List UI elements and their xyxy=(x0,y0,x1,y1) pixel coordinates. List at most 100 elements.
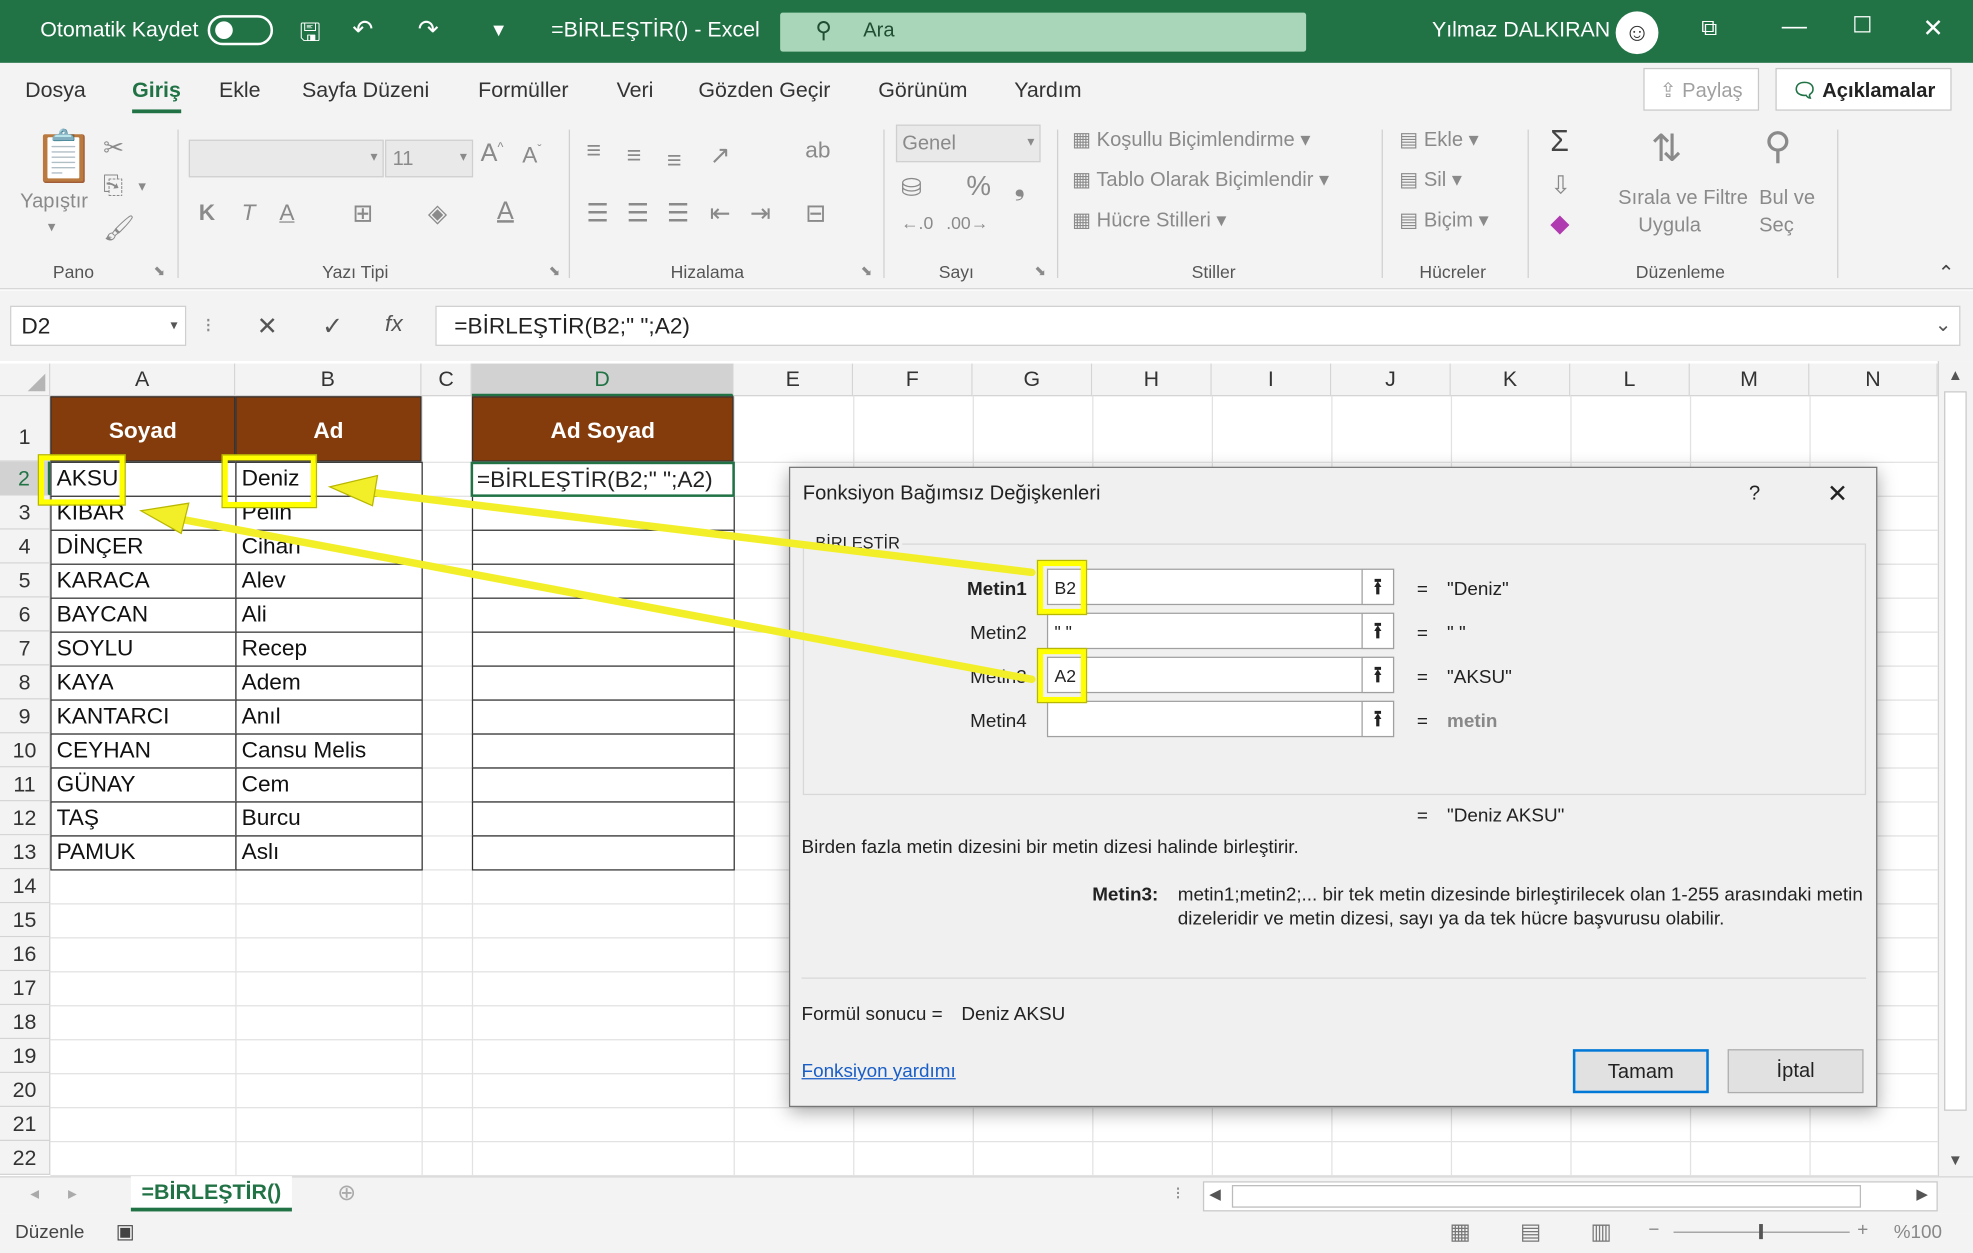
tab-gorunum[interactable]: Görünüm xyxy=(878,78,967,103)
avatar[interactable]: ☺ xyxy=(1615,11,1659,55)
horizontal-scrollbar[interactable]: ◀ ▶ xyxy=(1202,1181,1938,1212)
row-header-13[interactable]: 13 xyxy=(0,835,51,870)
table-cell-ad[interactable]: Anıl xyxy=(235,699,423,735)
font-color-icon[interactable]: A xyxy=(497,198,514,227)
table-cell-ad[interactable]: Alev xyxy=(235,563,423,599)
currency-icon[interactable]: ⛁ xyxy=(901,172,922,203)
column-header-b[interactable]: B xyxy=(235,363,422,397)
row-header-21[interactable]: 21 xyxy=(0,1107,51,1142)
table-cell-ad-soyad[interactable] xyxy=(471,495,735,531)
tab-splitter-icon[interactable]: ⁝ xyxy=(1175,1183,1181,1204)
align-middle-icon[interactable]: ≡ xyxy=(627,142,642,171)
format-painter-icon[interactable]: 🖌 xyxy=(103,213,135,244)
italic-icon[interactable]: T xyxy=(242,200,256,226)
row-header-15[interactable]: 15 xyxy=(0,903,51,938)
tab-ekle[interactable]: Ekle xyxy=(219,78,261,103)
maximize-icon[interactable]: ☐ xyxy=(1852,13,1872,39)
comments-button[interactable]: 🗨 Açıklamalar xyxy=(1775,67,1952,111)
table-cell-soyad[interactable]: CEYHAN xyxy=(50,733,237,769)
row-header-22[interactable]: 22 xyxy=(0,1141,51,1175)
share-button[interactable]: ⇪ Paylaş xyxy=(1643,67,1759,111)
row-header-16[interactable]: 16 xyxy=(0,937,51,972)
align-top-icon[interactable]: ≡ xyxy=(586,137,601,166)
row-header-19[interactable]: 19 xyxy=(0,1039,51,1074)
select-all-corner[interactable] xyxy=(0,363,51,397)
column-header-g[interactable]: G xyxy=(972,363,1093,397)
zoom-level[interactable]: %100 xyxy=(1894,1222,1942,1243)
scroll-left-icon[interactable]: ◀ xyxy=(1209,1185,1221,1203)
redo-icon[interactable]: ↷ xyxy=(418,14,439,45)
column-header-e[interactable]: E xyxy=(733,363,854,397)
name-box[interactable]: D2 ▾ xyxy=(10,305,187,346)
align-center-icon[interactable]: ☰ xyxy=(627,198,650,229)
tab-dosya[interactable]: Dosya xyxy=(25,78,86,103)
copy-chevron-icon[interactable]: ▾ xyxy=(138,177,146,195)
merge-center-icon[interactable]: ⊟ xyxy=(805,198,826,229)
header-ad[interactable]: Ad xyxy=(235,396,422,462)
table-cell-soyad[interactable]: KARACA xyxy=(50,563,237,599)
align-bottom-icon[interactable]: ≡ xyxy=(667,147,682,176)
insert-function-icon[interactable]: fx xyxy=(385,311,403,337)
normal-view-icon[interactable]: ▦ xyxy=(1450,1219,1471,1245)
search-box[interactable]: ⚲ Ara xyxy=(780,12,1307,52)
row-header-6[interactable]: 6 xyxy=(0,597,51,632)
row-header-12[interactable]: 12 xyxy=(0,801,51,836)
fill-icon[interactable]: ⇩ xyxy=(1550,170,1571,201)
cancel-icon[interactable]: ✕ xyxy=(257,311,278,342)
table-format-button[interactable]: ▦ Tablo Olarak Biçimlendir ▾ xyxy=(1072,167,1329,192)
row-header-8[interactable]: 8 xyxy=(0,665,51,700)
table-cell-ad-soyad[interactable] xyxy=(471,631,735,667)
collapse-dialog-icon[interactable]: ⭱ xyxy=(1361,656,1395,694)
header-ad-soyad[interactable]: Ad Soyad xyxy=(471,396,734,462)
comma-style-icon[interactable]: ❟ xyxy=(1014,170,1025,203)
row-header-4[interactable]: 4 xyxy=(0,529,51,564)
table-cell-ad[interactable]: Cansu Melis xyxy=(235,733,423,769)
formula-input[interactable]: =BİRLEŞTİR(B2;" ";A2) ⌄ xyxy=(435,305,1961,346)
table-cell-ad-soyad[interactable] xyxy=(471,835,735,871)
dialog-close-icon[interactable]: ✕ xyxy=(1827,478,1848,509)
row-header-5[interactable]: 5 xyxy=(0,563,51,598)
borders-icon[interactable]: ⊞ xyxy=(352,198,373,229)
tab-yardim[interactable]: Yardım xyxy=(1014,78,1081,103)
ok-button[interactable]: Tamam xyxy=(1572,1049,1709,1094)
find-select-icon[interactable]: ⚲ xyxy=(1764,125,1792,169)
cancel-button[interactable]: İptal xyxy=(1727,1049,1864,1094)
header-soyad[interactable]: Soyad xyxy=(50,396,236,462)
row-header-20[interactable]: 20 xyxy=(0,1073,51,1108)
table-cell-soyad[interactable]: BAYCAN xyxy=(50,597,237,633)
customize-qat-icon[interactable]: ▾ xyxy=(493,18,504,43)
row-header-14[interactable]: 14 xyxy=(0,869,51,904)
conditional-format-button[interactable]: ▦ Koşullu Biçimlendirme ▾ xyxy=(1072,127,1310,152)
number-format-box[interactable]: Genel ▾ xyxy=(895,124,1041,163)
help-button[interactable]: ? xyxy=(1749,483,1760,506)
row-header-11[interactable]: 11 xyxy=(0,767,51,802)
row-header-1[interactable]: 1 xyxy=(0,396,51,462)
chevron-down-icon[interactable]: ▾ xyxy=(48,218,56,236)
decrease-decimal-icon[interactable]: .00→ xyxy=(946,213,988,233)
column-header-m[interactable]: M xyxy=(1689,363,1810,397)
align-right-icon[interactable]: ☰ xyxy=(667,198,690,229)
hscroll-thumb[interactable] xyxy=(1231,1185,1862,1208)
table-cell-ad-soyad[interactable] xyxy=(471,733,735,769)
sheet-tab-active[interactable]: =BİRLEŞTİR() xyxy=(130,1176,292,1212)
table-cell-ad[interactable]: Ali xyxy=(235,597,423,633)
increase-indent-icon[interactable]: ⇥ xyxy=(750,198,771,229)
column-header-d[interactable]: D xyxy=(471,363,734,397)
row-header-7[interactable]: 7 xyxy=(0,631,51,666)
row-header-18[interactable]: 18 xyxy=(0,1005,51,1040)
table-cell-ad-soyad[interactable] xyxy=(471,563,735,599)
table-cell-soyad[interactable]: GÜNAY xyxy=(50,767,237,803)
pano-launcher-icon[interactable]: ⬊ xyxy=(154,263,166,279)
table-cell-ad-soyad[interactable] xyxy=(471,529,735,565)
function-help-link[interactable]: Fonksiyon yardımı xyxy=(802,1060,956,1081)
table-cell-soyad[interactable]: PAMUK xyxy=(50,835,237,871)
table-cell-soyad[interactable]: SOYLU xyxy=(50,631,237,667)
prev-sheet-icon[interactable]: ◂ xyxy=(30,1183,39,1204)
column-header-l[interactable]: L xyxy=(1570,363,1690,397)
arg-input-2[interactable]: " " xyxy=(1046,612,1395,650)
fill-color-icon[interactable]: ◈ xyxy=(428,198,447,229)
column-header-f[interactable]: F xyxy=(853,363,973,397)
scroll-down-icon[interactable]: ▼ xyxy=(1948,1151,1963,1169)
minimize-icon[interactable]: — xyxy=(1782,13,1807,42)
column-header-c[interactable]: C xyxy=(421,363,472,397)
